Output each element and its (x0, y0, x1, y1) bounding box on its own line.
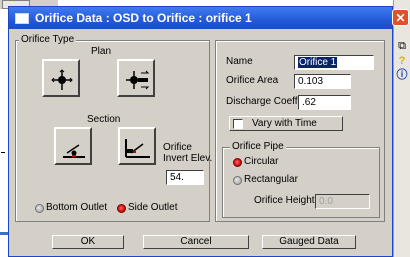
dialog-titlebar[interactable]: Orifice Data : OSD to Orifice : orifice … (9, 7, 409, 29)
invert-elevation-label-line1: Orifice (163, 142, 192, 153)
orifice-area-label: Orifice Area (226, 75, 279, 86)
background-mark (1, 152, 5, 153)
name-value: Orifice 1 (298, 57, 338, 68)
gauged-data-button[interactable]: Gauged Data (262, 235, 356, 249)
section-label: Section (87, 114, 121, 125)
orifice-area-input[interactable]: 0.103 (294, 74, 351, 89)
orifice-height-input[interactable]: 0.0 (315, 194, 370, 209)
vary-with-time-label: Vary with Time (252, 118, 317, 129)
section-bottom-outlet-icon (63, 144, 85, 158)
invert-elevation-label-line2: Invert Elev. (163, 153, 213, 164)
background-side-toolbar (393, 0, 410, 257)
orifice-height-label: Orifice Height (254, 195, 315, 206)
section-side-outlet-icon (125, 139, 150, 158)
orifice-type-legend: Orifice Type (19, 34, 77, 45)
copy-icon[interactable]: ⧉ (396, 40, 408, 52)
cancel-button[interactable]: Cancel (143, 235, 249, 249)
vary-with-time-checkbox[interactable] (233, 119, 243, 129)
circular-label: Circular (244, 156, 279, 167)
side-outlet-radio[interactable] (117, 204, 126, 213)
plan-side-outlet-icon (126, 70, 150, 90)
invert-elevation-input[interactable]: 54. (166, 170, 204, 185)
rectangular-label: Rectangular (244, 174, 298, 185)
ok-button[interactable]: OK (52, 235, 124, 249)
side-outlet-label: Side Outlet (128, 202, 178, 213)
rectangular-radio[interactable] (233, 176, 242, 185)
close-icon[interactable]: ✕ (392, 9, 409, 26)
orifice-pipe-legend: Orifice Pipe (230, 141, 286, 152)
orifice-data-dialog: Orifice Data : OSD to Orifice : orifice … (8, 6, 409, 257)
plan-bottom-outlet-icon (51, 69, 73, 90)
bottom-outlet-label: Bottom Outlet (46, 202, 108, 213)
vary-with-time-toggle[interactable]: Vary with Time (229, 116, 343, 131)
section-side-outlet-button[interactable] (118, 127, 156, 165)
plan-label: Plan (91, 46, 112, 57)
plan-side-outlet-button[interactable] (117, 59, 155, 97)
bottom-outlet-radio[interactable] (35, 204, 44, 213)
plan-bottom-outlet-button[interactable] (42, 59, 80, 97)
help-icon[interactable]: ? (396, 55, 408, 67)
section-bottom-outlet-button[interactable] (54, 127, 92, 165)
discharge-coeff-input[interactable]: .62 (298, 95, 351, 110)
name-input[interactable]: Orifice 1 (294, 55, 374, 70)
name-label: Name (226, 56, 253, 67)
window-icon (15, 13, 29, 24)
dialog-title: Orifice Data : OSD to Orifice : orifice … (35, 11, 252, 25)
info-icon[interactable]: ⓘ (396, 69, 408, 81)
discharge-coeff-label: Discharge Coeff. (226, 96, 301, 107)
circular-radio[interactable] (233, 158, 242, 167)
